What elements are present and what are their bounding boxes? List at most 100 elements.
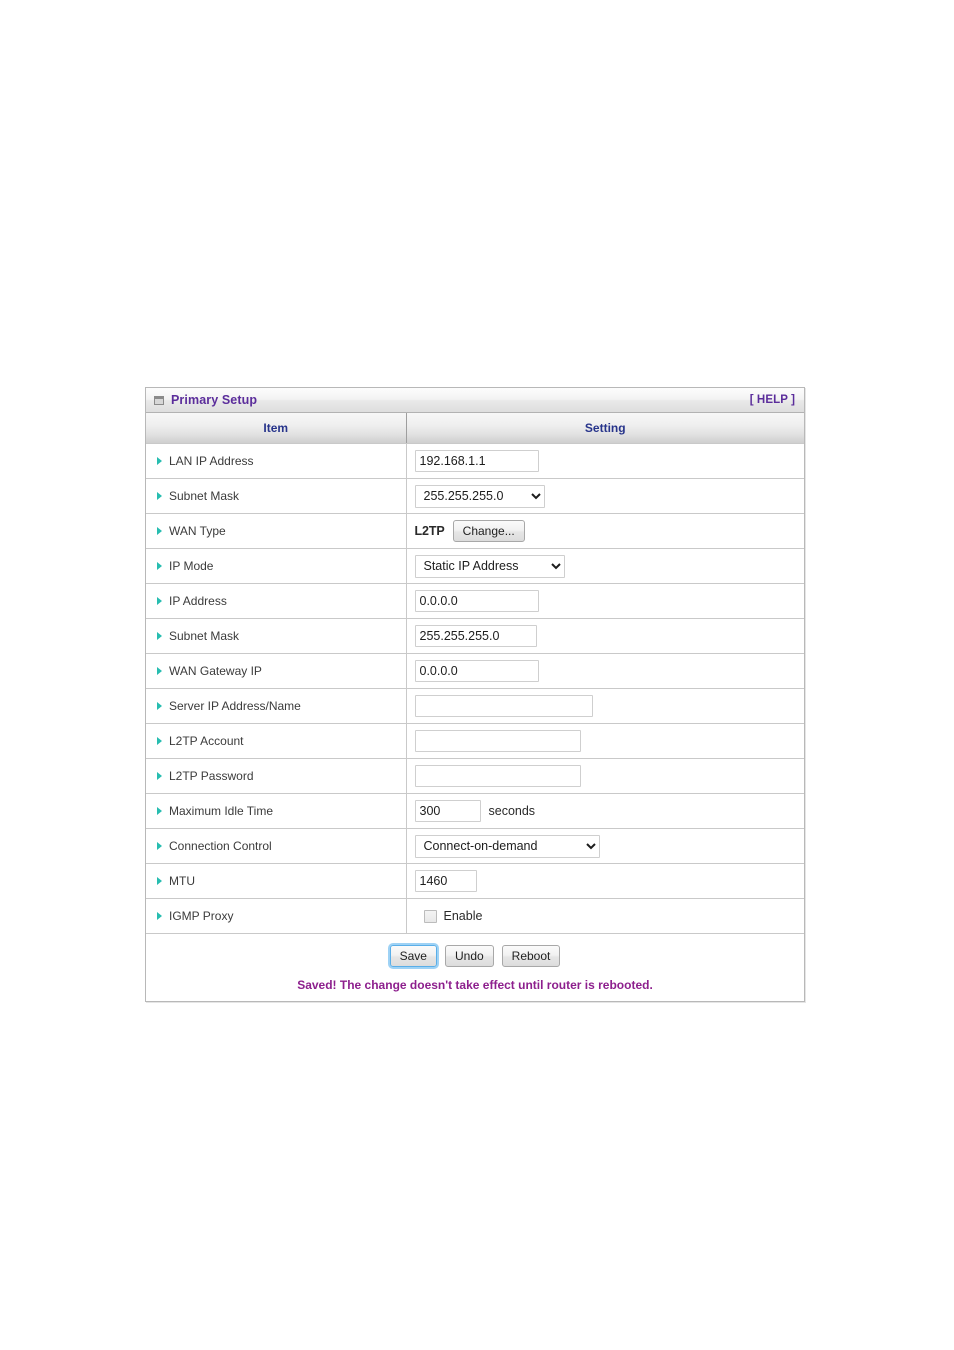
- row-setting-cell-maximum-idle-time: seconds: [406, 793, 805, 829]
- item-label-group: WAN Gateway IP: [157, 664, 406, 678]
- item-label-wan-gateway-ip: WAN Gateway IP: [169, 664, 262, 678]
- table-row: Maximum Idle Time seconds: [146, 793, 805, 829]
- server-ip-address-name-input[interactable]: [414, 695, 593, 717]
- row-setting-cell-lan-ip-address: [406, 443, 805, 479]
- item-label-l2tp-password: L2TP Password: [169, 769, 254, 783]
- table-row: L2TP Account: [146, 723, 804, 759]
- setting-control-group: seconds: [414, 800, 805, 822]
- row-item-cell-wan-gateway-ip: WAN Gateway IP: [146, 653, 407, 689]
- lan-ip-address-input[interactable]: [414, 450, 539, 472]
- table-row: L2TP Password: [146, 758, 805, 794]
- primary-setup-panel: Primary Setup [ HELP ] Item Setting LAN …: [145, 387, 805, 1002]
- bullet-arrow-icon: [157, 597, 162, 605]
- action-button-row: Save Undo Reboot: [146, 945, 804, 967]
- table-body: LAN IP Address Subnet Mask 255.255.255.0 WA…: [146, 443, 805, 934]
- row-item-cell-server-ip-address-name: Server IP Address/Name: [146, 688, 407, 724]
- row-item-cell-igmp-proxy: IGMP Proxy: [146, 898, 407, 934]
- bullet-arrow-icon: [157, 492, 162, 500]
- help-link[interactable]: [ HELP ]: [750, 394, 795, 406]
- item-label-group: Maximum Idle Time: [157, 804, 406, 818]
- setting-control-group: L2TP Change...: [415, 520, 805, 542]
- row-setting-cell-l2tp-password: [406, 758, 805, 794]
- window-restore-icon: [154, 395, 164, 405]
- maximum-idle-time-unit: seconds: [488, 804, 536, 818]
- table-row: Connection Control Connect-on-demand: [146, 828, 804, 864]
- table-row: Subnet Mask: [146, 618, 805, 654]
- item-label-ip-address: IP Address: [169, 594, 227, 608]
- table-row: MTU: [146, 863, 805, 899]
- row-item-cell-ip-address: IP Address: [146, 583, 407, 619]
- setting-control-group: [414, 450, 805, 472]
- item-label-group: IP Mode: [157, 559, 406, 573]
- item-label-group: Subnet Mask: [157, 489, 406, 503]
- page-title: Primary Setup: [171, 393, 258, 407]
- wan-type-value: L2TP: [414, 524, 445, 538]
- table-row: Subnet Mask 255.255.255.0: [146, 478, 805, 514]
- row-item-cell-lan-ip-address: LAN IP Address: [146, 443, 407, 479]
- setting-control-group: [414, 590, 805, 612]
- maximum-idle-time-input[interactable]: [414, 800, 481, 822]
- bullet-arrow-icon: [157, 457, 162, 465]
- setting-control-group: 255.255.255.0: [414, 484, 805, 508]
- wan-type-change-button[interactable]: Change...: [452, 520, 525, 542]
- mtu-input[interactable]: [414, 870, 477, 892]
- undo-button[interactable]: Undo: [444, 945, 494, 967]
- l2tp-password-input[interactable]: [414, 765, 581, 787]
- row-setting-cell-connection-control: Connect-on-demand: [406, 828, 804, 864]
- item-label-group: LAN IP Address: [157, 454, 406, 468]
- setting-control-group: [414, 695, 805, 717]
- lan-subnet-mask-select[interactable]: 255.255.255.0: [414, 484, 545, 508]
- panel-title-group: Primary Setup: [154, 393, 257, 407]
- l2tp-account-input[interactable]: [414, 730, 581, 752]
- item-label-mtu: MTU: [169, 874, 195, 888]
- item-label-group: Subnet Mask: [157, 629, 406, 643]
- row-setting-cell-l2tp-account: [406, 723, 804, 759]
- igmp-proxy-checkbox[interactable]: [423, 909, 437, 923]
- bullet-arrow-icon: [157, 877, 162, 885]
- ip-mode-select[interactable]: Static IP Address: [414, 554, 565, 578]
- row-setting-cell-ip-mode: Static IP Address: [406, 548, 805, 584]
- item-label-group: MTU: [157, 874, 406, 888]
- ip-address-input[interactable]: [414, 590, 539, 612]
- setting-control-group: [414, 625, 805, 647]
- row-setting-cell-wan-subnet-mask: [406, 618, 805, 654]
- setting-control-group: Static IP Address: [414, 554, 805, 578]
- item-label-connection-control: Connection Control: [169, 839, 272, 853]
- bullet-arrow-icon: [157, 527, 162, 535]
- item-label-group: IGMP Proxy: [157, 909, 406, 923]
- panel-title-bar: Primary Setup [ HELP ]: [146, 388, 804, 413]
- reboot-button[interactable]: Reboot: [501, 945, 561, 967]
- save-button[interactable]: Save: [389, 945, 437, 967]
- row-item-cell-l2tp-account: L2TP Account: [146, 723, 407, 759]
- row-setting-cell-mtu: [406, 863, 805, 899]
- wan-gateway-ip-input[interactable]: [414, 660, 539, 682]
- item-label-ip-mode: IP Mode: [169, 559, 214, 573]
- table-row: IP Mode Static IP Address: [146, 548, 805, 584]
- table-header-row: Item Setting: [146, 413, 804, 444]
- item-label-group: L2TP Account: [157, 734, 406, 748]
- bullet-arrow-icon: [157, 807, 162, 815]
- settings-table: Item Setting LAN IP Address Subnet Mask 25…: [146, 413, 804, 934]
- table-row: LAN IP Address: [146, 443, 805, 479]
- table-row: Server IP Address/Name: [146, 688, 805, 724]
- setting-control-group: [414, 660, 805, 682]
- row-item-cell-mtu: MTU: [146, 863, 407, 899]
- row-item-cell-connection-control: Connection Control: [146, 828, 407, 864]
- item-label-lan-ip-address: LAN IP Address: [169, 454, 254, 468]
- row-item-cell-ip-mode: IP Mode: [146, 548, 407, 584]
- bullet-arrow-icon: [157, 912, 162, 920]
- row-setting-cell-igmp-proxy: Enable: [406, 898, 805, 934]
- table-row: IGMP Proxy Enable: [146, 898, 805, 934]
- column-header-item: Item: [146, 413, 407, 444]
- table-row: IP Address: [146, 583, 805, 619]
- connection-control-select[interactable]: Connect-on-demand: [414, 834, 600, 858]
- row-item-cell-wan-subnet-mask: Subnet Mask: [146, 618, 407, 654]
- item-label-server-ip-address-name: Server IP Address/Name: [169, 699, 301, 713]
- item-label-wan-subnet-mask: Subnet Mask: [169, 629, 240, 643]
- setting-control-group: Enable: [415, 909, 805, 923]
- wan-subnet-mask-input[interactable]: [414, 625, 537, 647]
- bullet-arrow-icon: [157, 737, 162, 745]
- table-row: WAN Gateway IP: [146, 653, 805, 689]
- setting-control-group: [414, 765, 805, 787]
- setting-control-group: [414, 870, 805, 892]
